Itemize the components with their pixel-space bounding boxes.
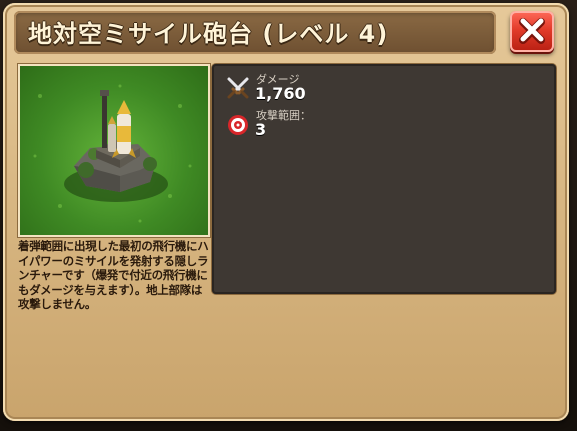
range-value: 3 bbox=[255, 120, 267, 139]
description-text: 着弾範囲に出現した最初の飛行機にハイパワーのミサイルを発射する隠しランチャーです… bbox=[18, 239, 209, 311]
dialog-title: 地対空ミサイル砲台 (レベル 4) bbox=[28, 20, 389, 48]
crossed-swords-icon bbox=[227, 77, 249, 99]
close-button[interactable] bbox=[510, 11, 554, 52]
target-icon bbox=[228, 115, 248, 135]
missile-launcher-building bbox=[33, 84, 192, 223]
close-x-icon bbox=[519, 18, 545, 44]
damage-value: 1,760 bbox=[255, 84, 306, 103]
building-preview bbox=[18, 64, 210, 237]
stats-panel: ダメージ 1,760 攻撃範囲： 3 bbox=[212, 64, 556, 294]
